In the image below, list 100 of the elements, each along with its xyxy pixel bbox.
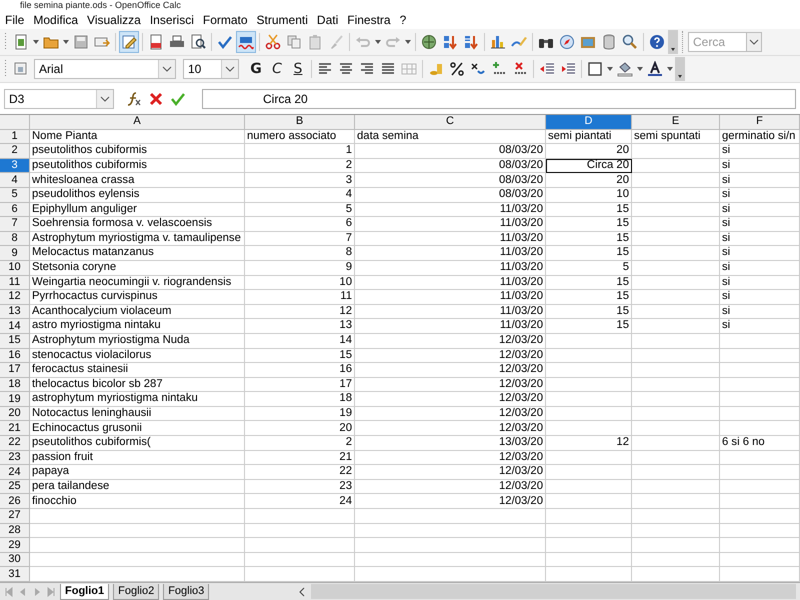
table-cell[interactable]: si	[720, 144, 800, 159]
table-cell[interactable]	[720, 465, 800, 480]
table-cell[interactable]: 08/03/20	[355, 144, 546, 159]
table-cell[interactable]	[720, 334, 800, 348]
table-cell[interactable]	[632, 378, 720, 392]
table-cell[interactable]	[632, 363, 720, 378]
dropdown-icon[interactable]	[746, 32, 762, 52]
table-cell[interactable]: 5	[546, 260, 632, 276]
table-cell[interactable]	[355, 524, 546, 538]
column-header[interactable]: E	[632, 115, 720, 130]
table-cell[interactable]: 11/03/20	[355, 276, 546, 290]
table-cell[interactable]: 15	[245, 348, 355, 364]
column-header[interactable]: C	[355, 115, 546, 130]
table-cell[interactable]	[632, 319, 720, 334]
table-cell[interactable]	[632, 232, 720, 246]
table-cell[interactable]: 2	[245, 158, 355, 174]
table-cell[interactable]: si	[720, 246, 800, 261]
table-cell[interactable]: 08/03/20	[355, 188, 546, 203]
row-header[interactable]: 6	[0, 202, 30, 218]
table-cell[interactable]: 22	[245, 465, 355, 480]
table-cell[interactable]: Echinocactus grusonii	[30, 421, 245, 436]
overflow-icon[interactable]	[668, 30, 678, 54]
table-cell[interactable]	[720, 421, 800, 436]
table-cell[interactable]: 15	[546, 202, 632, 218]
caret-icon[interactable]	[667, 67, 673, 71]
table-cell[interactable]: 12/03/20	[355, 363, 546, 378]
table-cell[interactable]: Stetsonia coryne	[30, 260, 245, 276]
table-cell[interactable]	[30, 509, 245, 524]
table-cell[interactable]: Acanthocalycium violaceum	[30, 304, 245, 320]
table-cell[interactable]: 12/03/20	[355, 392, 546, 407]
table-cell[interactable]: papaya	[30, 465, 245, 480]
table-cell[interactable]: 08/03/20	[355, 158, 546, 174]
row-header[interactable]: 31	[0, 567, 30, 582]
autospell-button[interactable]	[236, 31, 256, 53]
table-cell[interactable]: 12/03/20	[355, 480, 546, 494]
table-cell[interactable]	[720, 392, 800, 407]
table-cell[interactable]: 11/03/20	[355, 319, 546, 334]
table-cell[interactable]: si	[720, 158, 800, 174]
table-cell[interactable]	[546, 348, 632, 364]
row-header[interactable]: 8	[0, 232, 30, 246]
table-cell[interactable]: 12/03/20	[355, 334, 546, 348]
row-header[interactable]: 27	[0, 509, 30, 524]
column-header[interactable]: A	[30, 115, 245, 130]
toolbar-grip-icon[interactable]	[4, 32, 7, 52]
table-cell[interactable]	[720, 509, 800, 524]
column-header[interactable]: D	[546, 115, 632, 130]
table-cell[interactable]: 13	[245, 319, 355, 334]
row-header[interactable]: 5	[0, 188, 30, 203]
table-cell[interactable]	[632, 260, 720, 276]
table-cell[interactable]: si	[720, 290, 800, 305]
table-cell[interactable]: 11/03/20	[355, 232, 546, 246]
row-header[interactable]: 20	[0, 406, 30, 422]
table-cell[interactable]	[632, 144, 720, 159]
table-cell[interactable]: 14	[245, 334, 355, 348]
table-cell[interactable]	[546, 406, 632, 422]
table-cell[interactable]	[720, 348, 800, 364]
table-cell[interactable]: 17	[245, 378, 355, 392]
table-cell[interactable]	[632, 450, 720, 466]
table-cell[interactable]: 15	[546, 304, 632, 320]
italic-button[interactable]: C	[267, 58, 287, 80]
table-cell[interactable]: si	[720, 173, 800, 188]
table-cell[interactable]: 08/03/20	[355, 173, 546, 188]
table-cell[interactable]: pseutolithos cubiformis	[30, 158, 245, 174]
table-cell[interactable]	[632, 304, 720, 320]
table-cell[interactable]	[546, 465, 632, 480]
last-sheet-icon[interactable]	[46, 586, 56, 596]
table-cell[interactable]	[546, 392, 632, 407]
table-cell[interactable]: pera tailandese	[30, 480, 245, 494]
row-header[interactable]: 2	[0, 144, 30, 159]
table-cell[interactable]: 20	[245, 421, 355, 436]
table-cell[interactable]: 13/03/20	[355, 436, 546, 451]
table-cell[interactable]: astrophytum myriostigma nintaku	[30, 392, 245, 407]
caret-icon[interactable]	[375, 40, 381, 44]
table-cell[interactable]: pseutolithos cubiformis(	[30, 436, 245, 451]
table-cell[interactable]	[632, 348, 720, 364]
table-cell[interactable]	[546, 334, 632, 348]
row-header[interactable]: 25	[0, 480, 30, 494]
table-cell[interactable]: finocchio	[30, 494, 245, 510]
table-cell[interactable]: 11/03/20	[355, 202, 546, 218]
table-cell[interactable]	[720, 450, 800, 466]
menu-item[interactable]: ?	[400, 13, 406, 27]
dropdown-icon[interactable]	[158, 60, 175, 78]
table-cell[interactable]	[632, 276, 720, 290]
table-cell[interactable]: 15	[546, 232, 632, 246]
table-cell[interactable]	[546, 378, 632, 392]
table-cell[interactable]	[632, 524, 720, 538]
row-header[interactable]: 29	[0, 538, 30, 553]
menu-item[interactable]: Inserisci	[150, 13, 194, 27]
table-cell[interactable]	[546, 538, 632, 553]
table-cell[interactable]	[632, 494, 720, 510]
column-header[interactable]: B	[245, 115, 355, 130]
table-cell[interactable]	[720, 406, 800, 422]
table-cell[interactable]	[720, 524, 800, 538]
table-cell[interactable]	[720, 552, 800, 568]
table-cell[interactable]: 7	[245, 232, 355, 246]
caret-icon[interactable]	[607, 67, 613, 71]
table-cell[interactable]: Pyrrhocactus curvispinus	[30, 290, 245, 305]
table-cell[interactable]: 6	[245, 217, 355, 232]
table-cell[interactable]	[632, 480, 720, 494]
table-cell[interactable]	[632, 392, 720, 407]
